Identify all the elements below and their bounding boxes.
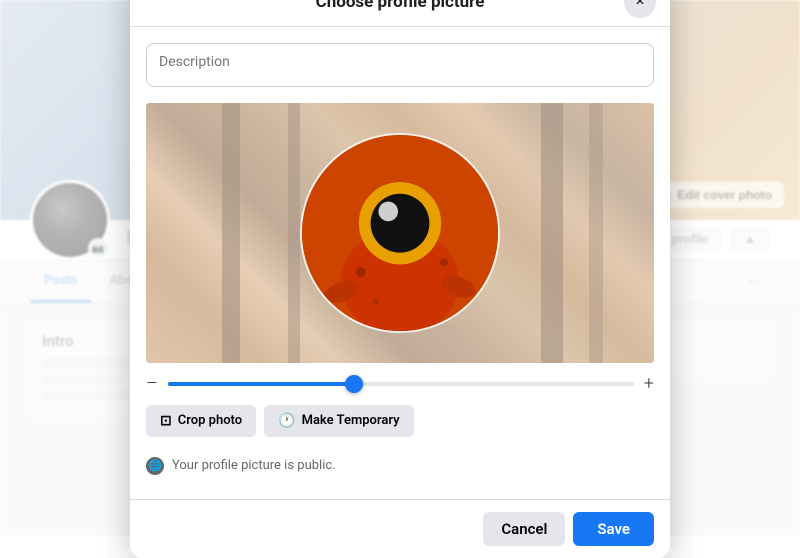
modal-header: Choose profile picture ×	[130, 0, 670, 27]
modal-body: – + ⊡ Crop photo 🕐 Make Temporary	[130, 27, 670, 499]
monster-svg	[302, 135, 498, 331]
modal-close-button[interactable]: ×	[624, 0, 656, 18]
public-notice: 🌐 Your profile picture is public.	[146, 449, 654, 483]
zoom-slider-area: – +	[146, 363, 654, 401]
profile-picture-modal: Choose profile picture ×	[130, 0, 670, 558]
zoom-slider-thumb[interactable]	[345, 375, 363, 393]
zoom-slider-track	[168, 382, 634, 386]
crop-photo-label: Crop photo	[178, 413, 242, 428]
action-buttons-row: ⊡ Crop photo 🕐 Make Temporary	[146, 401, 654, 449]
save-button[interactable]: Save	[573, 512, 654, 546]
modal-footer: Cancel Save	[130, 499, 670, 558]
zoom-increase-button[interactable]: +	[644, 375, 654, 393]
cancel-button[interactable]: Cancel	[483, 512, 565, 546]
zoom-decrease-button[interactable]: –	[146, 375, 158, 393]
zoom-slider-fill	[168, 382, 354, 386]
crop-area	[146, 103, 654, 363]
crop-circle	[300, 133, 500, 333]
make-temporary-label: Make Temporary	[302, 413, 400, 428]
description-input[interactable]	[146, 43, 654, 87]
globe-icon: 🌐	[146, 457, 164, 475]
modal-backdrop: Choose profile picture ×	[0, 0, 800, 535]
crop-circle-image	[302, 135, 498, 331]
crop-photo-button[interactable]: ⊡ Crop photo	[146, 405, 256, 437]
public-notice-text: Your profile picture is public.	[172, 458, 336, 473]
clock-icon: 🕐	[278, 413, 295, 429]
modal-title: Choose profile picture	[316, 0, 485, 12]
crop-icon: ⊡	[160, 413, 172, 429]
make-temporary-button[interactable]: 🕐 Make Temporary	[264, 405, 413, 437]
